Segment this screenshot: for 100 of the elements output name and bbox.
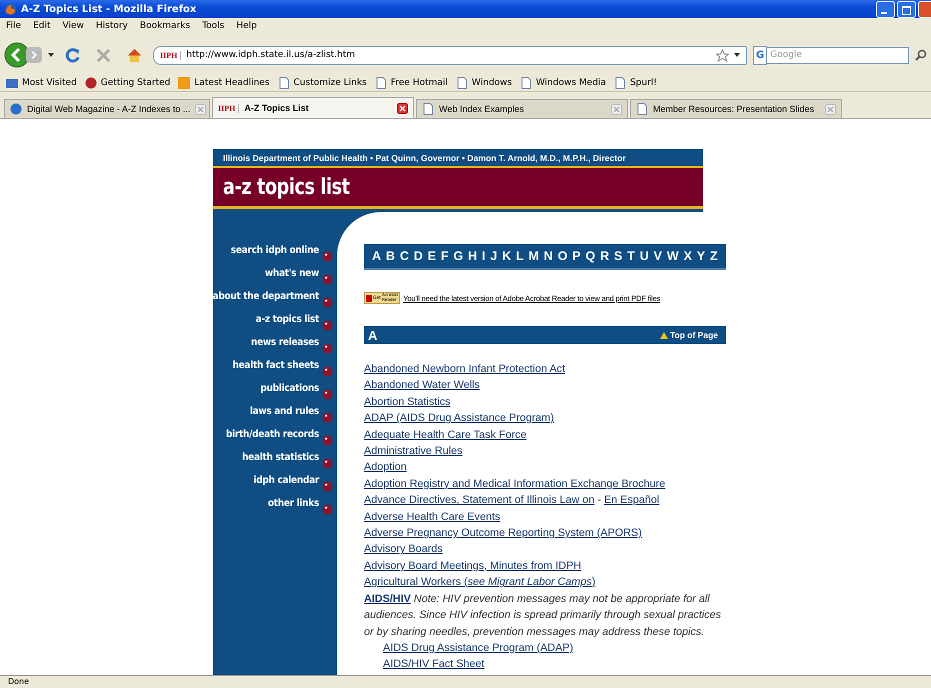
browser-tab[interactable]: Digital Web Magazine - A-Z Indexes to ... <box>4 99 210 118</box>
topic-link[interactable]: Agricultural Workers (see Migrant Labor Camps) <box>364 576 596 588</box>
letter-link[interactable]: Q <box>586 249 596 263</box>
dropdown-icon[interactable] <box>48 53 54 57</box>
nav-link[interactable]: a-z topics list <box>256 312 319 335</box>
bookmark-item[interactable]: Latest Headlines <box>178 76 270 88</box>
letter-link[interactable]: F <box>440 249 448 263</box>
topic-link[interactable]: Adoption Registry and Medical Information Exchange Brochure <box>364 478 666 490</box>
topic-link[interactable]: Advisory Board Meetings, Minutes from IDPH <box>364 560 582 572</box>
letter-link[interactable]: P <box>572 249 581 263</box>
nav-link[interactable]: what's new <box>264 266 319 289</box>
topic-link[interactable]: AIDS/HIV Fact Sheet <box>383 658 484 670</box>
topic-link[interactable]: AIDS/HIV <box>364 592 411 605</box>
topic-link[interactable]: Advisory Boards <box>364 543 443 556</box>
reload-icon[interactable] <box>64 46 81 64</box>
menu-item[interactable]: Edit <box>33 21 50 31</box>
page-icon <box>456 76 468 88</box>
page-title: a-z topics list <box>223 174 350 200</box>
topic-link[interactable]: Abandoned Water Wells <box>364 379 480 392</box>
letter-link[interactable]: C <box>400 249 409 263</box>
topic-link[interactable]: Adequate Health Care Task Force <box>364 428 526 441</box>
letter-link[interactable]: E <box>428 249 436 263</box>
letter-link[interactable]: R <box>600 249 610 263</box>
search-engine-button[interactable]: G <box>753 46 768 64</box>
letter-link[interactable]: Z <box>710 249 718 263</box>
letter-link[interactable]: H <box>468 249 477 263</box>
bullet-icon <box>322 274 333 285</box>
top-of-page-link[interactable]: Top of Page <box>660 330 718 340</box>
letter-link[interactable]: T <box>627 249 635 263</box>
page-icon <box>614 76 626 88</box>
menu-item[interactable]: View <box>62 21 84 31</box>
dropdown-icon[interactable] <box>734 53 740 57</box>
minimize-button[interactable] <box>876 0 895 18</box>
menu-item[interactable]: Bookmarks <box>140 21 190 31</box>
topic-link[interactable]: Administrative Rules <box>364 445 462 458</box>
letter-link[interactable]: J <box>490 249 498 263</box>
letter-link[interactable]: U <box>640 249 649 263</box>
nav-link[interactable]: idph calendar <box>253 473 319 496</box>
topic-link[interactable]: Abandoned Newborn Infant Protection Act <box>364 363 566 375</box>
topic-link[interactable]: Adverse Health Care Events <box>364 510 500 523</box>
letter-link[interactable]: X <box>684 249 692 263</box>
bookmark-item[interactable]: Spurl! <box>614 76 658 88</box>
menu-item[interactable]: File <box>6 21 22 31</box>
browser-tab[interactable]: IIPH A-Z Topics List <box>212 97 414 118</box>
bullet-icon <box>322 320 333 331</box>
menu-item[interactable]: Help <box>236 21 257 31</box>
back-button[interactable] <box>4 42 30 68</box>
bookmark-item[interactable]: Most Visited <box>6 76 77 88</box>
nav-link[interactable]: about the department <box>212 289 319 312</box>
nav-link[interactable]: other links <box>268 496 319 519</box>
topic-link[interactable]: Advance Directives, Statement of Illinois Law on <box>364 494 594 506</box>
nav-link[interactable]: search idph online <box>230 243 319 266</box>
nav-link[interactable]: publications <box>260 381 319 404</box>
search-field[interactable]: Google <box>767 46 909 64</box>
restore-button[interactable] <box>897 0 916 18</box>
home-icon[interactable] <box>126 46 143 64</box>
letter-link[interactable]: N <box>544 249 553 263</box>
letter-link[interactable]: K <box>502 249 512 263</box>
letter-link[interactable]: S <box>614 249 622 263</box>
bookmark-item[interactable]: Getting Started <box>84 76 170 88</box>
letter-link[interactable]: O <box>558 249 568 263</box>
letter-link[interactable]: V <box>654 249 662 263</box>
bookmark-item[interactable]: Windows Media <box>520 76 606 88</box>
page-icon <box>636 103 648 115</box>
topic-link[interactable]: ADAP (AIDS Drug Assistance Program) <box>364 412 554 424</box>
topic-link[interactable]: Adverse Pregnancy Outcome Reporting System (APORS) <box>364 527 642 540</box>
page-icon <box>422 103 434 115</box>
search-icon[interactable] <box>915 49 927 61</box>
bullet-icon <box>322 251 333 262</box>
letter-link[interactable]: Y <box>696 249 706 263</box>
nav-link[interactable]: laws and rules <box>250 404 319 427</box>
menu-item[interactable]: Tools <box>202 21 224 31</box>
bookmark-item[interactable]: Windows <box>456 76 512 88</box>
nav-link[interactable]: health statistics <box>242 450 319 473</box>
letter-link[interactable]: M <box>528 249 539 263</box>
address-field[interactable]: IIPH http://www.idph.state.il.us/a-zlist.htm <box>153 46 747 64</box>
topic-link[interactable]: AIDS Drug Assistance Program (ADAP) <box>383 642 574 654</box>
letter-link[interactable]: A <box>372 249 382 263</box>
letter-link[interactable]: G <box>453 249 464 263</box>
nav-link[interactable]: birth/death records <box>226 427 319 450</box>
close-tab-icon[interactable] <box>397 102 408 114</box>
window-title: A-Z Topics List - Mozilla Firefox <box>21 4 198 14</box>
bullet-icon <box>322 504 333 515</box>
nav-link[interactable]: health fact sheets <box>232 358 319 381</box>
topic-link[interactable]: Abortion Statistics <box>364 396 450 408</box>
letter-link[interactable]: W <box>666 249 679 263</box>
browser-tab[interactable]: Member Resources: Presentation Slides <box>630 99 842 118</box>
letter-link[interactable]: L <box>516 249 524 263</box>
bullet-icon <box>322 481 333 492</box>
topic-link[interactable]: En Español <box>604 494 660 506</box>
nav-link[interactable]: news releases <box>250 335 319 358</box>
letter-link[interactable]: I <box>482 249 486 263</box>
letter-link[interactable]: D <box>414 249 423 263</box>
bookmark-item[interactable]: Customize Links <box>278 76 367 88</box>
menu-item[interactable]: History <box>96 21 128 31</box>
bookmark-item[interactable]: Free Hotmail <box>374 76 448 88</box>
topic-link[interactable]: Adoption <box>364 461 407 474</box>
letter-link[interactable]: B <box>386 249 395 263</box>
browser-tab[interactable]: Web Index Examples <box>416 99 628 118</box>
star-icon[interactable] <box>716 48 729 62</box>
